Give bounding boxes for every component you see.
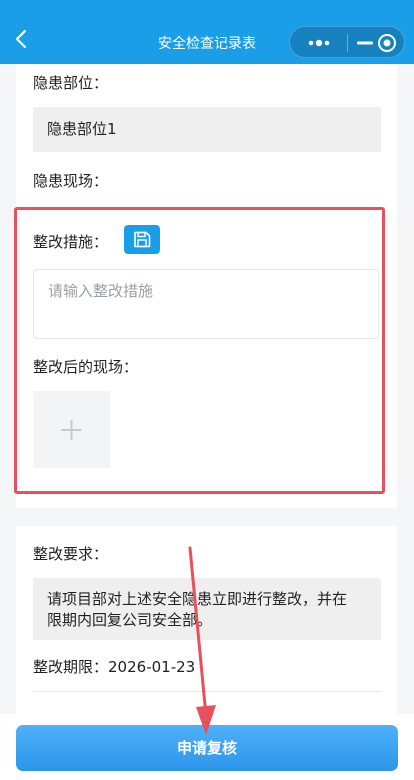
photo-upload-button[interactable] (33, 391, 110, 468)
more-dots-icon[interactable] (302, 33, 336, 53)
requirements-text-box: 请项目部对上述安全隐患立即进行整改，并在 限期内回复公司安全部。 (33, 578, 381, 640)
plus-icon (61, 420, 82, 440)
measures-textarea[interactable]: 请输入整改措施 (33, 269, 379, 339)
divider (33, 691, 381, 692)
requirements-line-2: 限期内回复公司安全部。 (47, 611, 213, 629)
deadline-row: 整改期限：2026-01-23 (33, 656, 195, 677)
capsule-divider (347, 34, 348, 52)
requirements-line-1: 请项目部对上述安全隐患立即进行整改，并在 (47, 590, 348, 608)
rectify-measures-label: 整改措施： (33, 233, 109, 251)
minimize-icon[interactable] (356, 33, 374, 53)
measures-placeholder: 请输入整改措施 (48, 282, 154, 300)
requirements-label: 整改要求： (33, 545, 109, 563)
hazard-location-field: 隐患部位1 (33, 107, 381, 152)
after-scene-label: 整改后的现场： (33, 358, 139, 376)
chevron-left-icon[interactable] (12, 28, 30, 50)
hazard-scene-label: 隐患现场： (33, 172, 109, 190)
submit-review-button[interactable]: 申请复核 (16, 725, 398, 771)
nav-bar: 安全检查记录表 (0, 0, 414, 64)
hazard-location-label: 隐患部位： (33, 74, 109, 92)
save-button[interactable] (124, 225, 160, 254)
target-circle-icon[interactable] (376, 32, 398, 54)
hazard-location-value: 隐患部位1 (47, 120, 117, 138)
deadline-label: 整改期限： (33, 658, 109, 676)
mini-program-capsule (289, 26, 405, 58)
deadline-value: 2026-01-23 (108, 658, 196, 676)
save-disk-icon (134, 231, 151, 248)
